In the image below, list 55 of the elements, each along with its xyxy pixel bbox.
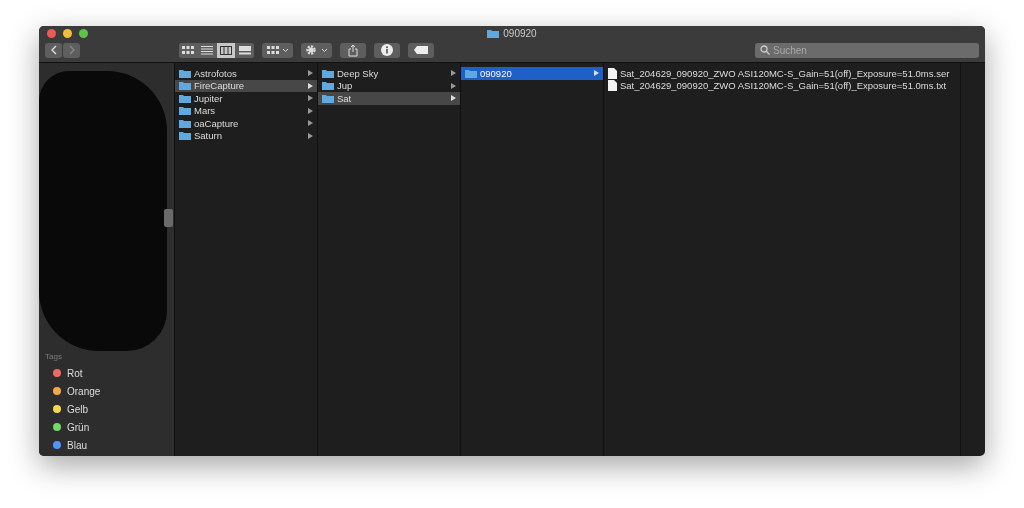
file-item[interactable]: Sat_204629_090920_ZWO ASI120MC-S_Gain=51(off)_Exposure=51.0ms.ser [604, 67, 960, 80]
columns-view-icon [220, 45, 232, 55]
close-button[interactable] [47, 29, 56, 38]
chevron-right-icon [67, 45, 76, 55]
folder-icon [322, 68, 334, 78]
gallery-view-icon [239, 45, 251, 55]
zoom-button[interactable] [79, 29, 88, 38]
disclosure-arrow-icon [594, 70, 599, 77]
document-icon [608, 67, 617, 79]
icons-view-button[interactable] [179, 42, 197, 58]
folder-item[interactable]: Deep Sky [318, 67, 460, 80]
icons-view-icon [182, 45, 194, 55]
document-icon [608, 80, 617, 92]
list-view-icon [201, 45, 213, 55]
folder-icon [487, 29, 500, 38]
info-button[interactable] [374, 42, 400, 58]
folder-item[interactable]: Astrofotos [175, 67, 317, 80]
tag-item[interactable]: Orange [67, 385, 101, 397]
settings-button[interactable] [301, 42, 332, 58]
scrollbar-thumb[interactable] [164, 209, 173, 227]
folder-item[interactable]: Jupiter [175, 92, 317, 105]
folder-item[interactable]: FireCapture [175, 79, 317, 92]
back-button[interactable] [45, 42, 62, 58]
folder-icon [179, 131, 191, 141]
folder-icon [179, 118, 191, 128]
folder-item[interactable]: Saturn [175, 129, 317, 142]
file-item[interactable]: Sat_204629_090920_ZWO ASI120MC-S_Gain=51(off)_Exposure=51.0ms.txt [604, 79, 960, 92]
columns-view-button[interactable] [217, 42, 235, 58]
folder-icon [179, 81, 191, 91]
folder-item[interactable]: Mars [175, 104, 317, 117]
tag-item[interactable]: Blau [67, 439, 87, 451]
folder-item[interactable]: oaCapture [175, 117, 317, 130]
gear-icon [304, 44, 329, 56]
section-heading: Tags [44, 351, 63, 363]
grid-icon [266, 45, 289, 55]
minimize-button[interactable] [63, 29, 72, 38]
tag-button[interactable] [408, 42, 434, 58]
tag-item[interactable]: Rot [67, 367, 83, 379]
folder-icon [179, 106, 191, 116]
folder-item[interactable]: 090920 [461, 67, 603, 80]
tag-item[interactable]: Gelb [67, 403, 89, 415]
window-title: 090920 [503, 28, 537, 39]
folder-icon [322, 93, 334, 103]
info-icon [381, 44, 393, 56]
folder-item[interactable]: Jup [318, 79, 460, 92]
group-button[interactable] [262, 42, 293, 58]
gallery-view-button[interactable] [236, 42, 254, 58]
folder-icon [465, 68, 477, 78]
share-button[interactable] [340, 42, 366, 58]
folder-item[interactable]: Sat [318, 92, 460, 105]
search-field[interactable]: Suchen [755, 42, 979, 58]
tag-item[interactable]: Grün [67, 421, 90, 433]
chevron-left-icon [49, 45, 58, 55]
tag-icon [414, 46, 428, 54]
share-icon [348, 43, 358, 57]
